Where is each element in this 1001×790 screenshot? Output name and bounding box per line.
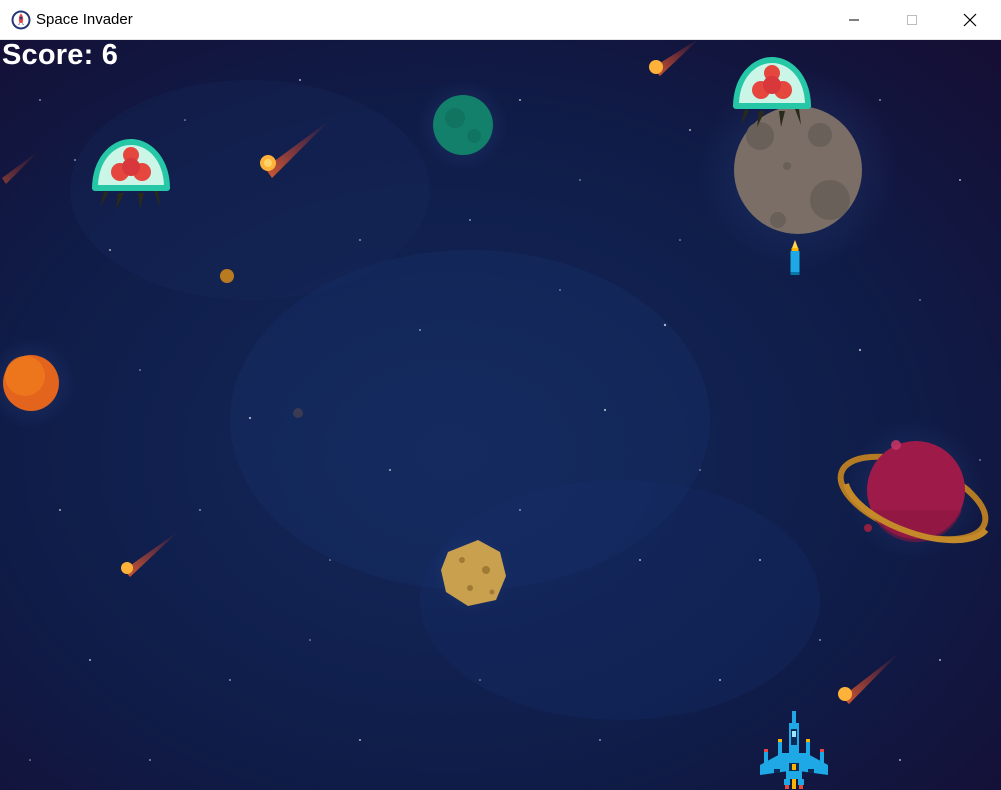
alien-enemy [733, 57, 811, 127]
score-display: Score: 6 [2, 40, 119, 71]
small-moon [864, 524, 872, 532]
game-window: Space Invader Score: 6 [0, 0, 1001, 790]
bullet [790, 240, 800, 275]
alien-enemy [92, 139, 170, 209]
close-button[interactable] [941, 0, 999, 40]
small-asteroid [293, 408, 303, 418]
rocket-badge-icon [11, 10, 31, 30]
small-asteroid [220, 269, 234, 283]
minimize-icon [849, 19, 859, 21]
game-canvas[interactable]: Score: 6 [0, 40, 1001, 790]
asteroid [432, 533, 512, 613]
title-bar[interactable]: Space Invader [0, 0, 1001, 40]
teal-planet [418, 80, 508, 170]
maximize-icon [907, 15, 917, 25]
close-icon [963, 13, 977, 27]
player-spaceship[interactable] [756, 709, 832, 790]
minimize-button[interactable] [825, 0, 883, 40]
maximize-button[interactable] [883, 0, 941, 40]
window-title: Space Invader [36, 11, 133, 28]
